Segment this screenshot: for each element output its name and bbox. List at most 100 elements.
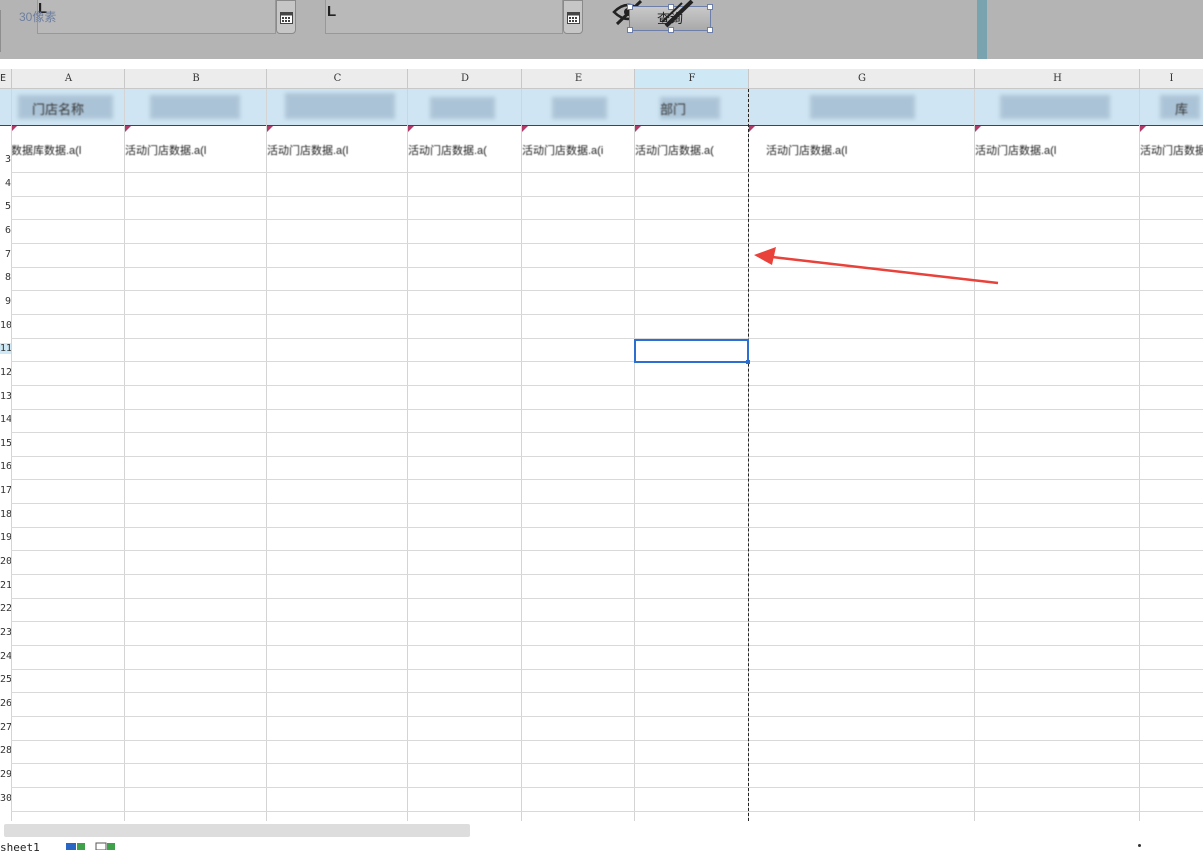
column-header-a[interactable]: A (11, 69, 125, 88)
row-number[interactable]: 26 (0, 698, 11, 709)
row-number[interactable]: 8 (0, 272, 11, 283)
data-cell-b3[interactable]: 活动门店数据.a(l (125, 142, 265, 158)
column-header-d[interactable]: D (407, 69, 522, 88)
row-grid-line (11, 503, 1203, 505)
row-number[interactable]: 10 (0, 320, 11, 331)
row-grid-line (11, 242, 1203, 244)
header-cell-f: 部门 (660, 102, 687, 117)
row-number[interactable]: 7 (0, 249, 11, 260)
resize-handle[interactable] (627, 4, 633, 10)
spreadsheet-grid[interactable]: E A B C D E F G H I 门店名称 部门 库 数据库数据.a(l … (0, 69, 1203, 821)
row-number[interactable]: 29 (0, 769, 11, 780)
panel-scroll-indicator (977, 0, 987, 59)
row-grid-line (11, 432, 1203, 434)
row-number[interactable]: 15 (0, 438, 11, 449)
header-cell-i: 库 (1175, 102, 1189, 117)
row-number[interactable]: 20 (0, 556, 11, 567)
data-cell-g3[interactable]: 活动门店数据.a(l (766, 142, 972, 158)
row-grid-line (11, 337, 1203, 339)
row-grid-line (11, 597, 1203, 599)
row-grid-line (11, 526, 1203, 528)
header-cell-a: 门店名称 (32, 102, 85, 117)
row-number[interactable]: 18 (0, 509, 11, 520)
row-number[interactable]: 6 (0, 225, 11, 236)
row-number[interactable]: 4 (0, 178, 11, 189)
end-date-field[interactable] (325, 0, 563, 34)
column-header-i[interactable]: I (1139, 69, 1203, 88)
comment-marker[interactable] (125, 126, 131, 132)
comment-marker[interactable] (267, 126, 273, 132)
data-cell-e3[interactable]: 活动门店数据.a(i (522, 142, 633, 158)
row-number[interactable]: 9 (0, 296, 11, 307)
red-annotation-arrow (754, 247, 999, 285)
row-grid-line (11, 290, 1203, 292)
redacted-block (552, 97, 607, 119)
page-break-line (748, 89, 749, 821)
row-number[interactable]: 22 (0, 603, 11, 614)
row-header-corner[interactable]: E (0, 69, 11, 88)
pencil-edit-icon[interactable] (660, 0, 696, 30)
row-number[interactable]: 21 (0, 580, 11, 591)
column-header-b[interactable]: B (124, 69, 267, 88)
row-number[interactable]: 30 (0, 793, 11, 804)
row-grid-line (11, 574, 1203, 576)
row-number[interactable]: 27 (0, 722, 11, 733)
comment-marker[interactable] (749, 126, 755, 132)
resize-handle[interactable] (707, 27, 713, 33)
data-cell-f3[interactable]: 活动门店数据.a( (635, 142, 747, 158)
comment-marker[interactable] (408, 126, 414, 132)
start-date-field[interactable] (37, 0, 276, 34)
panel-edge (0, 10, 15, 52)
data-cell-i3[interactable]: 活动门店数据 (1140, 142, 1203, 158)
row-number[interactable]: 3 (0, 154, 11, 165)
row-grid-line (11, 810, 1203, 812)
comment-marker[interactable] (635, 126, 641, 132)
status-dot (1138, 844, 1141, 847)
row-number[interactable]: 11 (0, 343, 11, 355)
resize-handle[interactable] (627, 27, 633, 33)
text-cursor-mark: L (327, 3, 337, 20)
redacted-block (285, 93, 395, 119)
column-header-f[interactable]: F (634, 69, 749, 88)
horizontal-scroll-thumb[interactable] (4, 824, 470, 837)
data-cell-d3[interactable]: 活动门店数据.a( (408, 142, 520, 158)
column-header-h[interactable]: H (974, 69, 1140, 88)
row-grid-line (11, 786, 1203, 788)
row-number[interactable]: 5 (0, 201, 11, 212)
column-header-e[interactable]: E (521, 69, 635, 88)
row-grid-line (11, 172, 1203, 173)
field-size-label: 30像素 (19, 10, 57, 24)
comment-marker[interactable] (975, 126, 981, 132)
row-number[interactable]: 28 (0, 745, 11, 756)
row-grid-line (11, 266, 1203, 268)
row-number[interactable]: 25 (0, 674, 11, 685)
row-grid-line (11, 739, 1203, 741)
row-grid-line (11, 715, 1203, 717)
fill-handle[interactable] (746, 360, 750, 364)
row-number[interactable]: 16 (0, 461, 11, 472)
redacted-block (810, 95, 915, 119)
data-cell-a3[interactable]: 数据库数据.a(l (11, 142, 123, 158)
row-grid-line (11, 621, 1203, 623)
row-number[interactable]: 13 (0, 391, 11, 402)
calendar-button-start[interactable] (276, 0, 296, 34)
sheet-tab[interactable]: sheet1 (0, 842, 40, 854)
comment-marker[interactable] (1140, 126, 1146, 132)
row-grid-line (11, 645, 1203, 646)
row-grid-line (11, 219, 1203, 221)
active-cell-selection[interactable] (634, 339, 750, 364)
resize-handle[interactable] (707, 4, 713, 10)
row-number[interactable]: 17 (0, 485, 11, 496)
column-header-c[interactable]: C (266, 69, 408, 88)
row-number[interactable]: 12 (0, 367, 11, 378)
data-cell-c3[interactable]: 活动门店数据.a(l (267, 142, 406, 158)
data-cell-h3[interactable]: 活动门店数据.a(l (975, 142, 1138, 158)
row-number[interactable]: 24 (0, 651, 11, 662)
row-grid-line (11, 195, 1203, 197)
row-number[interactable]: 23 (0, 627, 11, 638)
column-header-g[interactable]: G (748, 69, 975, 88)
row-number[interactable]: 14 (0, 414, 11, 425)
comment-marker[interactable] (522, 126, 528, 132)
row-number[interactable]: 19 (0, 532, 11, 543)
calendar-button-end[interactable] (563, 0, 583, 34)
